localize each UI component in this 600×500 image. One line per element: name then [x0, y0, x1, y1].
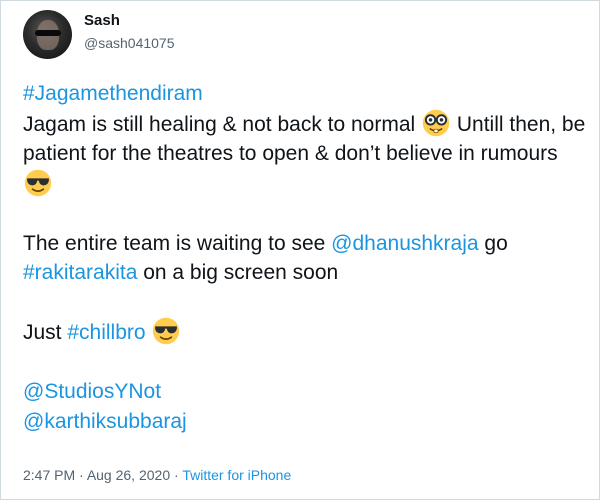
hashtag-chillbro[interactable]: #chillbro [67, 321, 145, 344]
tweet-time[interactable]: 2:47 PM [23, 467, 75, 483]
tweet-paragraph-3: Just #chillbro [23, 317, 588, 348]
tweet-source-link[interactable]: Twitter for iPhone [182, 467, 291, 483]
avatar[interactable] [23, 10, 72, 59]
mention-studiosynot[interactable]: @StudiosYNot [23, 380, 161, 403]
avatar-sunglasses [35, 30, 61, 36]
tweet-paragraph-4: @StudiosYNot @karthiksubbaraj [23, 377, 588, 436]
tweet-paragraph-1: #Jagamethendiram Jagam is still healing &… [23, 79, 588, 199]
tweet-text-segment: Jagam is still healing & not back to nor… [23, 112, 422, 136]
tweet-date[interactable]: Aug 26, 2020 [87, 467, 170, 483]
mention-karthiksubbaraj[interactable]: @karthiksubbaraj [23, 410, 187, 433]
author-handle[interactable]: @sash041075 [84, 35, 175, 52]
author-display-name[interactable]: Sash [84, 12, 120, 30]
meta-separator: · [170, 467, 183, 483]
mention-dhanushkraja[interactable]: @dhanushkraja [331, 232, 478, 255]
tweet-text-segment: go [478, 231, 508, 255]
tweet-meta: 2:47 PM · Aug 26, 2020 · Twitter for iPh… [23, 467, 291, 484]
hashtag-rakitarakita[interactable]: #rakitarakita [23, 261, 137, 284]
nerd-face-emoji [422, 109, 450, 136]
tweet-text-segment: on a big screen soon [137, 261, 339, 284]
tweet-text-segment: The entire team is waiting to see [23, 231, 332, 255]
tweet-text-segment: Just [23, 321, 68, 344]
hashtag-jagamethendiram[interactable]: #Jagamethendiram [23, 82, 203, 105]
tweet-paragraph-2: The entire team is waiting to see @dhanu… [23, 229, 588, 288]
tweet-card: Sash @sash041075 #Jagamethendiram Jagam i… [0, 0, 600, 500]
sunglasses-emoji [153, 317, 180, 345]
meta-separator: · [75, 467, 87, 483]
tweet-text: #Jagamethendiram Jagam is still healing &… [23, 79, 588, 436]
sunglasses-emoji [24, 169, 52, 196]
